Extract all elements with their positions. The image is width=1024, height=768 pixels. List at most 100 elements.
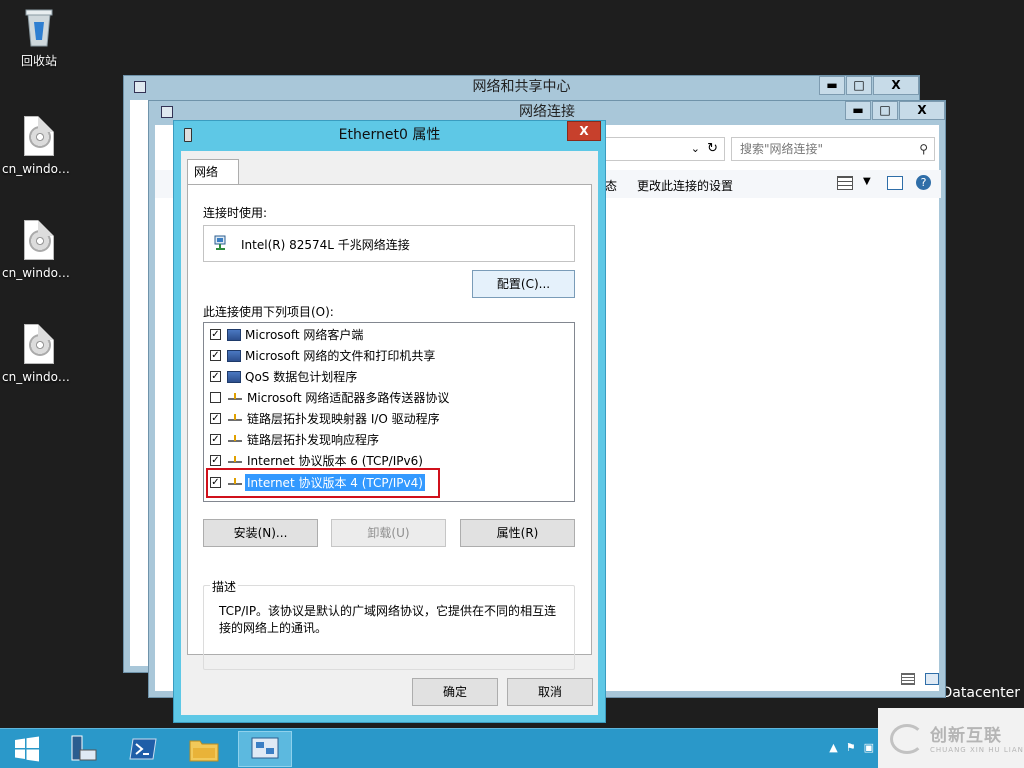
close-button[interactable]: X	[567, 121, 601, 141]
watermark-logo: 创新互联 CHUANG XIN HU LIAN	[878, 708, 1024, 768]
desktop-icon-label: cn_window...	[2, 162, 78, 176]
item-checkbox[interactable]	[210, 391, 221, 403]
description-legend: 描述	[210, 578, 239, 595]
server-manager-taskbar-button[interactable]	[56, 731, 110, 767]
action-center-icon[interactable]: ⚑	[846, 741, 856, 754]
item-label: 链路层拓扑发现响应程序	[247, 432, 380, 447]
list-item[interactable]: ✓ Microsoft 网络的文件和打印机共享	[210, 345, 437, 365]
properties-button[interactable]: 属性(R)	[460, 519, 575, 547]
minimize-button[interactable]: ▬	[819, 76, 845, 95]
ethernet-properties-dialog[interactable]: Ethernet0 属性 X 网络 连接时使用: Intel(R) 82574L…	[173, 120, 606, 723]
address-bar[interactable]: ⌄ ↻	[605, 137, 725, 161]
item-checkbox[interactable]: ✓	[210, 349, 221, 361]
network-connections-icon	[251, 737, 279, 759]
item-checkbox[interactable]: ✓	[210, 412, 221, 424]
ok-button[interactable]: 确定	[412, 678, 498, 706]
list-item[interactable]: ✓ 链路层拓扑发现映射器 I/O 驱动程序	[210, 408, 442, 428]
adapter-field: Intel(R) 82574L 千兆网络连接	[203, 225, 575, 262]
file-explorer-taskbar-button[interactable]	[177, 731, 231, 767]
desktop-icon-iso-3[interactable]: cn_window...	[0, 324, 78, 384]
item-label: Internet 协议版本 6 (TCP/IPv6)	[247, 453, 423, 468]
list-item[interactable]: ✓ Internet 协议版本 6 (TCP/IPv6)	[210, 450, 425, 470]
list-item[interactable]: ✓ QoS 数据包计划程序	[210, 366, 359, 386]
close-button[interactable]: X	[873, 76, 919, 95]
folder-icon	[189, 740, 219, 762]
start-button[interactable]	[0, 731, 54, 767]
disc-image-icon	[22, 324, 56, 366]
windows-logo-icon	[15, 736, 39, 762]
help-icon[interactable]: ?	[916, 175, 931, 190]
network-connections-taskbar-button[interactable]	[238, 731, 292, 767]
description-text: TCP/IP。该协议是默认的广域网络协议，它提供在不同的相互连接的网络上的通讯。	[219, 604, 557, 635]
details-view-icon[interactable]	[901, 673, 915, 685]
chevron-down-icon[interactable]: ⌄	[691, 142, 700, 155]
item-checkbox[interactable]: ✓	[210, 454, 221, 466]
protocol-icon	[227, 452, 243, 468]
watermark-title: 创新互联	[930, 726, 1002, 746]
item-label: 链路层拓扑发现映射器 I/O 驱动程序	[247, 411, 440, 426]
description-group: 描述 TCP/IP。该协议是默认的广域网络协议，它提供在不同的相互连接的网络上的…	[203, 578, 575, 670]
disc-image-icon	[22, 220, 56, 262]
recycle-bin-icon	[22, 6, 56, 48]
network-icon	[134, 81, 146, 93]
dialog-client: 网络 连接时使用: Intel(R) 82574L 千兆网络连接 配置(C)..…	[181, 151, 598, 715]
tab-network[interactable]: 网络	[187, 159, 239, 185]
disc-image-icon	[22, 116, 56, 158]
watermark-subtitle: CHUANG XIN HU LIAN	[930, 746, 1024, 754]
list-item-selected[interactable]: ✓ Internet 协议版本 4 (TCP/IPv4)	[206, 468, 440, 498]
maximize-button[interactable]: □	[872, 101, 898, 120]
protocol-icon	[227, 389, 243, 405]
cancel-button[interactable]: 取消	[507, 678, 593, 706]
desktop-icon-recycle-bin[interactable]: 回收站	[0, 6, 78, 69]
item-checkbox[interactable]: ✓	[210, 370, 221, 382]
uninstall-button[interactable]: 卸载(U)	[331, 519, 446, 547]
powershell-icon	[129, 738, 157, 760]
install-button[interactable]: 安装(N)...	[203, 519, 318, 547]
tab-panel: 连接时使用: Intel(R) 82574L 千兆网络连接 配置(C)... 此…	[187, 184, 592, 670]
chevron-down-icon[interactable]: ▼	[863, 176, 871, 187]
close-button[interactable]: X	[899, 101, 945, 120]
protocol-icon	[227, 431, 243, 447]
adapter-name: Intel(R) 82574L 千兆网络连接	[241, 238, 410, 252]
toolbar-change-settings[interactable]: 更改此连接的设置	[637, 177, 733, 194]
item-label: Microsoft 网络客户端	[245, 327, 364, 342]
network-adapter-icon	[213, 235, 229, 251]
server-manager-icon	[71, 735, 97, 761]
list-item[interactable]: ✓ 链路层拓扑发现响应程序	[210, 429, 381, 449]
view-options-icon[interactable]	[837, 176, 853, 190]
network-service-icon	[227, 371, 241, 383]
large-icons-view-icon[interactable]	[925, 673, 939, 685]
network-status-icon[interactable]: ▣	[864, 741, 874, 754]
chevron-up-icon[interactable]: ▲	[829, 741, 837, 754]
desktop-icon-label: cn_window...	[2, 266, 78, 280]
desktop-icon-iso-1[interactable]: cn_window...	[0, 116, 78, 176]
network-client-icon	[227, 329, 241, 341]
maximize-button[interactable]: □	[846, 76, 872, 95]
network-service-icon	[227, 350, 241, 362]
configure-button[interactable]: 配置(C)...	[472, 270, 575, 298]
toolbar-item-status[interactable]: 态	[605, 177, 617, 194]
items-label: 此连接使用下列项目(O):	[203, 305, 334, 319]
list-item[interactable]: Microsoft 网络适配器多路传送器协议	[210, 387, 451, 407]
desktop-icon-label: 回收站	[20, 54, 57, 68]
desktop-icon-label: cn_window...	[2, 370, 78, 384]
powershell-taskbar-button[interactable]	[116, 731, 170, 767]
minimize-button[interactable]: ▬	[845, 101, 871, 120]
refresh-icon[interactable]: ↻	[707, 141, 718, 156]
components-list[interactable]: ✓ Microsoft 网络客户端 ✓ Microsoft 网络的文件和打印机共…	[203, 322, 575, 502]
search-icon: ⚲	[919, 142, 928, 156]
item-label: QoS 数据包计划程序	[245, 369, 358, 384]
preview-pane-icon[interactable]	[887, 176, 903, 190]
item-label: Microsoft 网络适配器多路传送器协议	[247, 390, 450, 405]
network-adapter-icon	[184, 128, 192, 142]
network-icon	[161, 106, 173, 118]
window-title: 网络和共享中心	[124, 76, 919, 100]
search-input[interactable]: 搜索"网络连接" ⚲	[731, 137, 935, 161]
desktop-icon-iso-2[interactable]: cn_window...	[0, 220, 78, 280]
item-checkbox[interactable]: ✓	[210, 328, 221, 340]
dialog-title: Ethernet0 属性	[174, 121, 605, 149]
list-item[interactable]: ✓ Microsoft 网络客户端	[210, 324, 365, 344]
item-checkbox[interactable]: ✓	[210, 433, 221, 445]
watermark-icon	[890, 724, 924, 754]
protocol-icon	[227, 410, 243, 426]
